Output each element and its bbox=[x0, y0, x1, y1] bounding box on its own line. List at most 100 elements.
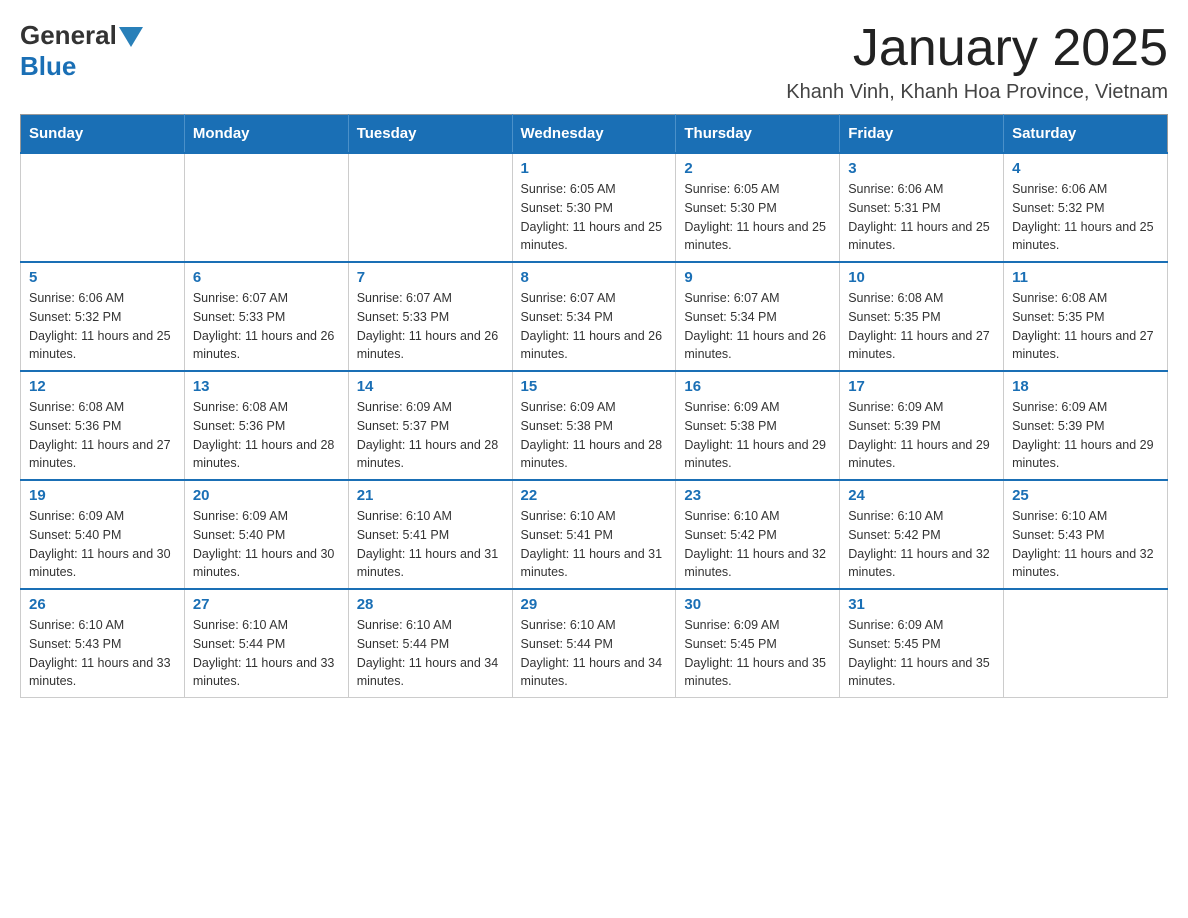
calendar-cell: 16 Sunrise: 6:09 AM Sunset: 5:38 PM Dayli… bbox=[676, 371, 840, 480]
calendar-cell: 13Sunrise: 6:08 AM Sunset: 5:36 PM Dayli… bbox=[184, 371, 348, 480]
day-info: Sunrise: 6:09 AM Sunset: 5:45 PM Dayligh… bbox=[684, 616, 831, 691]
day-number: 25 bbox=[1012, 487, 1159, 504]
calendar-cell bbox=[184, 153, 348, 262]
calendar-cell: 29 Sunrise: 6:10 AM Sunset: 5:44 PM Dayli… bbox=[512, 589, 676, 698]
day-info: Sunrise: 6:10 AM Sunset: 5:44 PM Dayligh… bbox=[357, 616, 504, 691]
day-number: 4 bbox=[1012, 160, 1159, 177]
month-title: January 2025 bbox=[786, 20, 1168, 77]
logo: General Blue bbox=[20, 20, 143, 82]
calendar-cell: 21 Sunrise: 6:10 AM Sunset: 5:41 PM Dayli… bbox=[348, 480, 512, 589]
day-number: 14 bbox=[357, 378, 504, 395]
calendar-cell: 24 Sunrise: 6:10 AM Sunset: 5:42 PM Dayli… bbox=[840, 480, 1004, 589]
calendar-cell: 14 Sunrise: 6:09 AM Sunset: 5:37 PM Dayli… bbox=[348, 371, 512, 480]
logo-blue-text: Blue bbox=[20, 51, 76, 82]
day-number: 18 bbox=[1012, 378, 1159, 395]
calendar-cell: 8Sunrise: 6:07 AM Sunset: 5:34 PM Daylig… bbox=[512, 262, 676, 371]
calendar-cell bbox=[1004, 589, 1168, 698]
day-number: 10 bbox=[848, 269, 995, 286]
day-of-week-header: Monday bbox=[184, 115, 348, 154]
calendar-cell: 7 Sunrise: 6:07 AM Sunset: 5:33 PM Daylig… bbox=[348, 262, 512, 371]
day-of-week-header: Wednesday bbox=[512, 115, 676, 154]
day-number: 11 bbox=[1012, 269, 1159, 286]
logo-triangle-icon bbox=[119, 27, 143, 47]
calendar-cell: 27 Sunrise: 6:10 AM Sunset: 5:44 PM Dayli… bbox=[184, 589, 348, 698]
day-number: 31 bbox=[848, 596, 995, 613]
calendar-cell: 22Sunrise: 6:10 AM Sunset: 5:41 PM Dayli… bbox=[512, 480, 676, 589]
day-info: Sunrise: 6:09 AM Sunset: 5:40 PM Dayligh… bbox=[29, 507, 176, 582]
day-number: 26 bbox=[29, 596, 176, 613]
day-number: 28 bbox=[357, 596, 504, 613]
calendar-week-row: 12Sunrise: 6:08 AM Sunset: 5:36 PM Dayli… bbox=[21, 371, 1168, 480]
day-number: 19 bbox=[29, 487, 176, 504]
logo-general-text: General bbox=[20, 20, 117, 51]
day-number: 20 bbox=[193, 487, 340, 504]
day-number: 23 bbox=[684, 487, 831, 504]
day-number: 6 bbox=[193, 269, 340, 286]
day-number: 1 bbox=[521, 160, 668, 177]
calendar-cell bbox=[21, 153, 185, 262]
calendar-cell: 11Sunrise: 6:08 AM Sunset: 5:35 PM Dayli… bbox=[1004, 262, 1168, 371]
calendar-table: SundayMondayTuesdayWednesdayThursdayFrid… bbox=[20, 114, 1168, 698]
day-info: Sunrise: 6:07 AM Sunset: 5:33 PM Dayligh… bbox=[357, 289, 504, 364]
day-number: 7 bbox=[357, 269, 504, 286]
day-number: 27 bbox=[193, 596, 340, 613]
calendar-cell: 12Sunrise: 6:08 AM Sunset: 5:36 PM Dayli… bbox=[21, 371, 185, 480]
day-info: Sunrise: 6:06 AM Sunset: 5:32 PM Dayligh… bbox=[29, 289, 176, 364]
day-info: Sunrise: 6:09 AM Sunset: 5:38 PM Dayligh… bbox=[521, 398, 668, 473]
calendar-cell: 6 Sunrise: 6:07 AM Sunset: 5:33 PM Daylig… bbox=[184, 262, 348, 371]
day-of-week-header: Friday bbox=[840, 115, 1004, 154]
title-area: January 2025 Khanh Vinh, Khanh Hoa Provi… bbox=[786, 20, 1168, 104]
calendar-cell: 18Sunrise: 6:09 AM Sunset: 5:39 PM Dayli… bbox=[1004, 371, 1168, 480]
day-of-week-header: Tuesday bbox=[348, 115, 512, 154]
day-of-week-header: Thursday bbox=[676, 115, 840, 154]
day-info: Sunrise: 6:10 AM Sunset: 5:42 PM Dayligh… bbox=[684, 507, 831, 582]
day-info: Sunrise: 6:08 AM Sunset: 5:35 PM Dayligh… bbox=[848, 289, 995, 364]
day-number: 17 bbox=[848, 378, 995, 395]
day-number: 29 bbox=[521, 596, 668, 613]
calendar-cell: 17Sunrise: 6:09 AM Sunset: 5:39 PM Dayli… bbox=[840, 371, 1004, 480]
day-info: Sunrise: 6:06 AM Sunset: 5:32 PM Dayligh… bbox=[1012, 180, 1159, 255]
calendar-cell: 9Sunrise: 6:07 AM Sunset: 5:34 PM Daylig… bbox=[676, 262, 840, 371]
day-info: Sunrise: 6:10 AM Sunset: 5:44 PM Dayligh… bbox=[521, 616, 668, 691]
day-number: 21 bbox=[357, 487, 504, 504]
calendar-cell: 4 Sunrise: 6:06 AM Sunset: 5:32 PM Daylig… bbox=[1004, 153, 1168, 262]
day-info: Sunrise: 6:10 AM Sunset: 5:43 PM Dayligh… bbox=[1012, 507, 1159, 582]
day-number: 12 bbox=[29, 378, 176, 395]
day-of-week-header: Saturday bbox=[1004, 115, 1168, 154]
day-info: Sunrise: 6:05 AM Sunset: 5:30 PM Dayligh… bbox=[521, 180, 668, 255]
calendar-cell: 3Sunrise: 6:06 AM Sunset: 5:31 PM Daylig… bbox=[840, 153, 1004, 262]
day-number: 16 bbox=[684, 378, 831, 395]
day-info: Sunrise: 6:09 AM Sunset: 5:37 PM Dayligh… bbox=[357, 398, 504, 473]
day-info: Sunrise: 6:06 AM Sunset: 5:31 PM Dayligh… bbox=[848, 180, 995, 255]
calendar-week-row: 5 Sunrise: 6:06 AM Sunset: 5:32 PM Daylig… bbox=[21, 262, 1168, 371]
calendar-body: 1 Sunrise: 6:05 AM Sunset: 5:30 PM Daylig… bbox=[21, 153, 1168, 698]
logo-blue-container bbox=[117, 27, 143, 44]
day-number: 30 bbox=[684, 596, 831, 613]
calendar-header: SundayMondayTuesdayWednesdayThursdayFrid… bbox=[21, 115, 1168, 154]
calendar-cell: 1 Sunrise: 6:05 AM Sunset: 5:30 PM Daylig… bbox=[512, 153, 676, 262]
calendar-week-row: 1 Sunrise: 6:05 AM Sunset: 5:30 PM Daylig… bbox=[21, 153, 1168, 262]
calendar-cell: 25 Sunrise: 6:10 AM Sunset: 5:43 PM Dayli… bbox=[1004, 480, 1168, 589]
calendar-cell: 10 Sunrise: 6:08 AM Sunset: 5:35 PM Dayli… bbox=[840, 262, 1004, 371]
day-info: Sunrise: 6:07 AM Sunset: 5:33 PM Dayligh… bbox=[193, 289, 340, 364]
day-number: 5 bbox=[29, 269, 176, 286]
calendar-cell bbox=[348, 153, 512, 262]
calendar-cell: 5 Sunrise: 6:06 AM Sunset: 5:32 PM Daylig… bbox=[21, 262, 185, 371]
day-info: Sunrise: 6:09 AM Sunset: 5:45 PM Dayligh… bbox=[848, 616, 995, 691]
day-info: Sunrise: 6:07 AM Sunset: 5:34 PM Dayligh… bbox=[521, 289, 668, 364]
day-info: Sunrise: 6:10 AM Sunset: 5:44 PM Dayligh… bbox=[193, 616, 340, 691]
calendar-cell: 28 Sunrise: 6:10 AM Sunset: 5:44 PM Dayli… bbox=[348, 589, 512, 698]
location-text: Khanh Vinh, Khanh Hoa Province, Vietnam bbox=[786, 81, 1168, 104]
header: General Blue January 2025 Khanh Vinh, Kh… bbox=[20, 20, 1168, 104]
calendar-cell: 31 Sunrise: 6:09 AM Sunset: 5:45 PM Dayli… bbox=[840, 589, 1004, 698]
day-number: 24 bbox=[848, 487, 995, 504]
day-number: 22 bbox=[521, 487, 668, 504]
calendar-cell: 20Sunrise: 6:09 AM Sunset: 5:40 PM Dayli… bbox=[184, 480, 348, 589]
calendar-week-row: 26 Sunrise: 6:10 AM Sunset: 5:43 PM Dayli… bbox=[21, 589, 1168, 698]
day-info: Sunrise: 6:09 AM Sunset: 5:38 PM Dayligh… bbox=[684, 398, 831, 473]
calendar-cell: 26 Sunrise: 6:10 AM Sunset: 5:43 PM Dayli… bbox=[21, 589, 185, 698]
day-info: Sunrise: 6:10 AM Sunset: 5:42 PM Dayligh… bbox=[848, 507, 995, 582]
day-info: Sunrise: 6:10 AM Sunset: 5:43 PM Dayligh… bbox=[29, 616, 176, 691]
day-info: Sunrise: 6:10 AM Sunset: 5:41 PM Dayligh… bbox=[357, 507, 504, 582]
calendar-cell: 30 Sunrise: 6:09 AM Sunset: 5:45 PM Dayli… bbox=[676, 589, 840, 698]
